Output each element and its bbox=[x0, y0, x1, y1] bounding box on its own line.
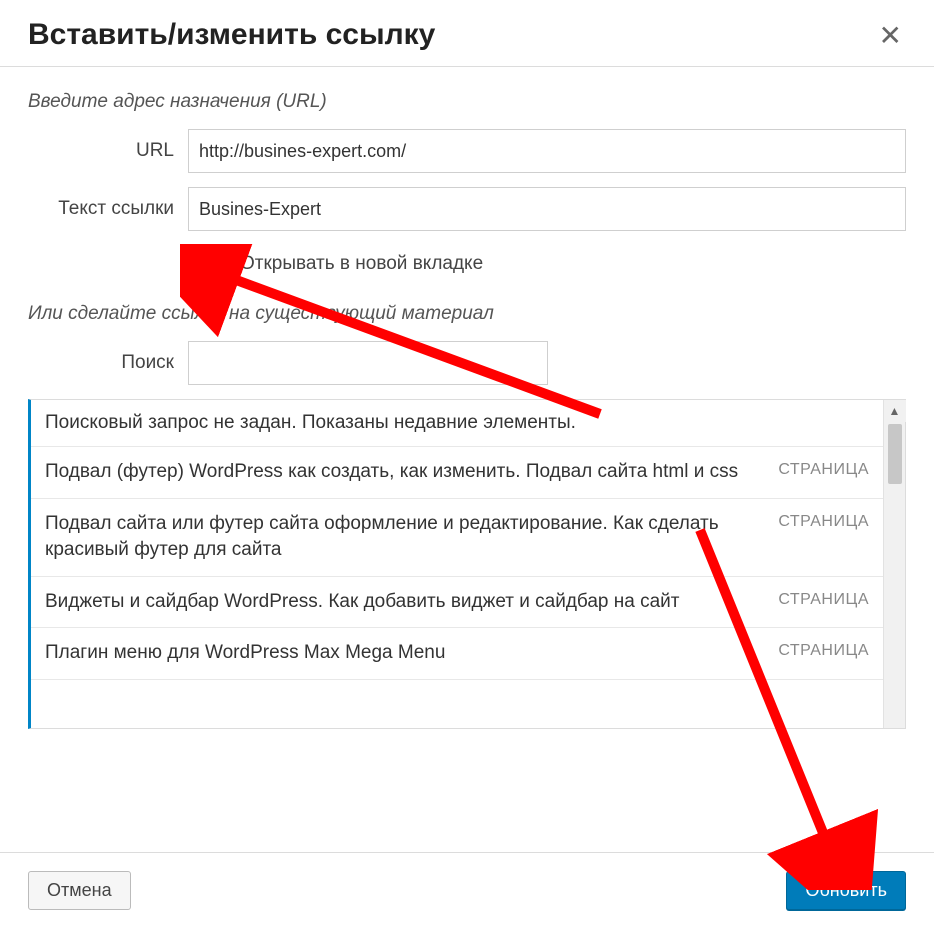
dialog-title: Вставить/изменить ссылку bbox=[28, 18, 435, 52]
link-text-label: Текст ссылки bbox=[28, 198, 188, 220]
dialog-header: Вставить/изменить ссылку ✕ bbox=[0, 0, 934, 67]
list-item-type: СТРАНИЦА bbox=[778, 589, 869, 609]
list-item-title: Подвал (футер) WordPress как создать, ка… bbox=[45, 459, 760, 486]
list-item[interactable]: Подвал сайта или футер сайта оформление … bbox=[31, 499, 883, 577]
close-icon[interactable]: ✕ bbox=[875, 18, 906, 54]
list-item-title: Плагин меню для WordPress Max Mega Menu bbox=[45, 640, 760, 667]
open-new-tab-row: ✓ Открывать в новой вкладке bbox=[202, 251, 906, 277]
dialog-footer: Отмена Обновить bbox=[0, 852, 934, 934]
dialog-body: Введите адрес назначения (URL) URL Текст… bbox=[0, 67, 934, 852]
open-new-tab-label: Открывать в новой вкладке bbox=[240, 253, 483, 275]
link-text-input[interactable] bbox=[188, 187, 906, 231]
list-item-type: СТРАНИЦА bbox=[778, 459, 869, 479]
search-label: Поиск bbox=[28, 352, 188, 374]
scroll-up-icon[interactable]: ▲ bbox=[884, 400, 906, 422]
scroll-thumb[interactable] bbox=[888, 424, 902, 484]
search-row: Поиск bbox=[28, 341, 906, 385]
list-status-message: Поисковый запрос не задан. Показаны неда… bbox=[31, 400, 883, 447]
list-item[interactable]: Плагин меню для WordPress Max Mega Menu … bbox=[31, 628, 883, 680]
url-row: URL bbox=[28, 129, 906, 173]
search-input[interactable] bbox=[188, 341, 548, 385]
list-inner: Поисковый запрос не задан. Показаны неда… bbox=[31, 400, 883, 728]
list-item[interactable]: Виджеты и сайдбар WordPress. Как добавит… bbox=[31, 577, 883, 629]
url-section-hint: Введите адрес назначения (URL) bbox=[28, 91, 906, 113]
link-dialog: Вставить/изменить ссылку ✕ Введите адрес… bbox=[0, 0, 934, 934]
list-scrollbar[interactable]: ▲ bbox=[883, 400, 905, 728]
list-item-title: Виджеты и сайдбар WordPress. Как добавит… bbox=[45, 589, 760, 616]
link-text-row: Текст ссылки bbox=[28, 187, 906, 231]
list-item-type: СТРАНИЦА bbox=[778, 640, 869, 660]
url-label: URL bbox=[28, 140, 188, 162]
list-item-type: СТРАНИЦА bbox=[778, 511, 869, 531]
list-item[interactable]: Подвал (футер) WordPress как создать, ка… bbox=[31, 447, 883, 499]
open-new-tab-checkbox[interactable]: ✓ bbox=[202, 251, 228, 277]
cancel-button[interactable]: Отмена bbox=[28, 871, 131, 910]
url-input[interactable] bbox=[188, 129, 906, 173]
submit-button[interactable]: Обновить bbox=[786, 871, 906, 910]
list-item-title: Подвал сайта или футер сайта оформление … bbox=[45, 511, 760, 564]
existing-content-hint: Или сделайте ссылку на существующий мате… bbox=[28, 303, 906, 325]
recent-items-list: Поисковый запрос не задан. Показаны неда… bbox=[28, 399, 906, 729]
